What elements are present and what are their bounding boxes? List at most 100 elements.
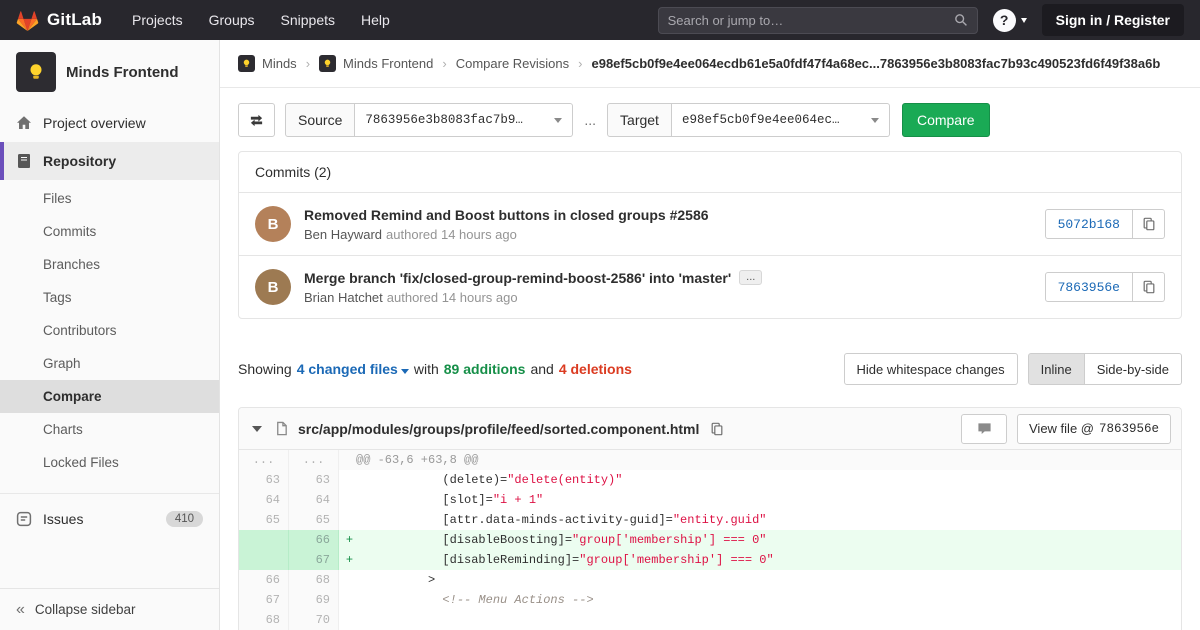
diff-old-line-number[interactable] — [239, 530, 289, 550]
project-title: Minds Frontend — [66, 63, 179, 81]
sidebar-repo-subitem[interactable]: Locked Files — [0, 446, 219, 479]
diff-old-line-number[interactable]: 67 — [239, 590, 289, 610]
collapse-sidebar-label: Collapse sidebar — [34, 602, 136, 617]
sidebar-item-project-overview[interactable]: Project overview — [0, 104, 219, 142]
breadcrumb-group[interactable]: Minds — [238, 55, 297, 72]
global-search[interactable] — [657, 6, 978, 34]
sidebar-repo-subitem[interactable]: Branches — [0, 248, 219, 281]
diff-old-line-number[interactable]: 66 — [239, 570, 289, 590]
diff-old-line-number[interactable] — [239, 550, 289, 570]
diff-old-line-number[interactable]: 65 — [239, 510, 289, 530]
breadcrumb-project[interactable]: Minds Frontend — [319, 55, 433, 72]
commit-title-link[interactable]: Merge branch 'fix/closed-group-remind-bo… — [304, 270, 731, 286]
collapse-sidebar-button[interactable]: « Collapse sidebar — [0, 588, 219, 630]
nav-link[interactable]: Help — [361, 12, 390, 28]
diff-file-path: src/app/modules/groups/profile/feed/sort… — [298, 420, 700, 437]
changed-files-dropdown[interactable]: 4 changed files — [297, 361, 409, 377]
copy-sha-button[interactable] — [1133, 209, 1165, 239]
diff-line: 64 64 [slot]="i + 1" — [239, 490, 1181, 510]
commit-author-link[interactable]: Ben Hayward — [304, 227, 382, 242]
sidebar-repo-subitem[interactable]: Commits — [0, 215, 219, 248]
sidebar-repo-subitem[interactable]: Files — [0, 182, 219, 215]
commit-short-sha[interactable]: 5072b168 — [1044, 209, 1133, 239]
diff-line-marker — [343, 510, 356, 530]
nav-link[interactable]: Snippets — [281, 12, 335, 28]
toggle-comments-button[interactable] — [961, 413, 1007, 444]
chevron-down-icon — [400, 369, 409, 374]
sidebar-repo-subitem[interactable]: Compare — [0, 380, 219, 413]
deletions-count: 4 deletions — [558, 361, 632, 377]
diff-line-marker: + — [345, 533, 354, 547]
diff-code-text: [slot]="i + 1" — [356, 493, 544, 507]
inline-view-button[interactable]: Inline — [1027, 353, 1085, 385]
user-avatar[interactable]: B — [255, 269, 291, 305]
diff-code: @@ -63,6 +63,8 @@ — [339, 450, 1181, 470]
diff-line-marker — [343, 590, 356, 610]
target-ref-dropdown[interactable]: e98ef5cb0f9e4ee064ec… — [671, 103, 890, 137]
search-input[interactable] — [667, 12, 954, 28]
sidebar-item-issues[interactable]: Issues 410 — [0, 500, 219, 538]
chevron-down-icon — [554, 117, 563, 123]
diff-code: [slot]="i + 1" — [339, 490, 1181, 510]
hide-whitespace-button[interactable]: Hide whitespace changes — [843, 353, 1018, 385]
comment-bubble-icon — [977, 423, 991, 434]
commit-title-link[interactable]: Removed Remind and Boost buttons in clos… — [304, 207, 709, 223]
breadcrumb-section[interactable]: Compare Revisions — [456, 56, 569, 71]
user-avatar[interactable]: B — [255, 206, 291, 242]
breadcrumb-label: Compare Revisions — [455, 56, 570, 71]
diff-new-line-number[interactable]: 70 — [289, 610, 339, 630]
collapse-diff-icon[interactable] — [252, 425, 262, 432]
diff-new-line-number[interactable]: 69 — [289, 590, 339, 610]
swap-revisions-button[interactable] — [238, 103, 275, 137]
nav-link[interactable]: Groups — [209, 12, 255, 28]
diff-old-line-number[interactable]: 64 — [239, 490, 289, 510]
double-chevron-left-icon: « — [16, 600, 25, 618]
diff-old-line-number[interactable]: ... — [239, 450, 289, 470]
navbar-right: ? Sign in / Register — [657, 4, 1184, 36]
diff-code — [339, 610, 1181, 630]
diff-old-line-number[interactable]: 68 — [239, 610, 289, 630]
diff-code-text: > — [356, 573, 436, 587]
compare-button[interactable]: Compare — [901, 103, 990, 137]
help-menu[interactable]: ? — [992, 8, 1027, 32]
diff-new-line-number[interactable]: 65 — [289, 510, 339, 530]
sidebar-repo-subitem[interactable]: Charts — [0, 413, 219, 446]
clipboard-icon — [1143, 217, 1154, 231]
diff-line: 66 68 > — [239, 570, 1181, 590]
diff-new-line-number[interactable]: 64 — [289, 490, 339, 510]
commit-description-expander[interactable]: ... — [739, 270, 763, 285]
commit-row: B Removed Remind and Boost buttons in cl… — [239, 193, 1181, 255]
commit-short-sha[interactable]: 7863956e — [1044, 272, 1133, 302]
sidebar-repo-subitem[interactable]: Tags — [0, 281, 219, 314]
diff-new-line-number[interactable]: 67 — [289, 550, 339, 570]
sidebar-item-label: Project overview — [43, 115, 146, 131]
nav-link[interactable]: Projects — [132, 12, 183, 28]
sidebar-repo-subitem[interactable]: Graph — [0, 347, 219, 380]
diff-new-line-number[interactable]: 63 — [289, 470, 339, 490]
changed-files-label: 4 changed files — [296, 361, 398, 377]
side-by-side-view-button[interactable]: Side-by-side — [1084, 353, 1182, 385]
project-context-header[interactable]: Minds Frontend — [0, 40, 219, 104]
diff-new-line-number[interactable]: ... — [289, 450, 339, 470]
diff-line: 68 70 — [239, 610, 1181, 630]
diff-line-marker — [343, 490, 356, 510]
diff-code: + [disableReminding]="group['membership'… — [339, 550, 1181, 570]
sidebar-item-repository[interactable]: Repository — [0, 142, 219, 180]
gitlab-brand[interactable]: GitLab — [16, 9, 102, 32]
copy-file-path-button[interactable] — [708, 420, 726, 438]
source-ref-dropdown[interactable]: 7863956e3b8083fac7b9… — [355, 103, 574, 137]
issues-icon — [16, 511, 32, 527]
sidebar-repo-subitem[interactable]: Contributors — [0, 314, 219, 347]
diff-new-line-number[interactable]: 66 — [289, 530, 339, 550]
sidebar-divider — [0, 493, 219, 494]
home-icon — [16, 115, 32, 131]
view-file-button[interactable]: View file @ 7863956e — [1017, 413, 1171, 444]
commit-author-link[interactable]: Brian Hatchet — [304, 290, 383, 305]
breadcrumb-separator: › — [578, 56, 583, 71]
sign-in-register-button[interactable]: Sign in / Register — [1041, 4, 1184, 36]
diff-old-line-number[interactable]: 63 — [239, 470, 289, 490]
diff-new-line-number[interactable]: 68 — [289, 570, 339, 590]
commit-list: B Removed Remind and Boost buttons in cl… — [239, 193, 1181, 318]
source-ref-group: Source 7863956e3b8083fac7b9… — [285, 103, 574, 137]
copy-sha-button[interactable] — [1133, 272, 1165, 302]
